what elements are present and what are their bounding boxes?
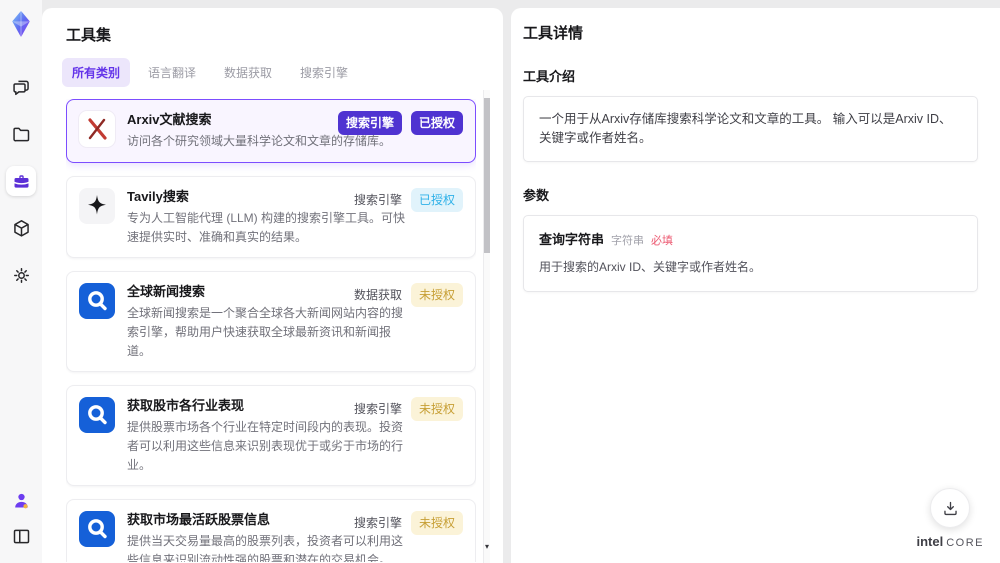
category-badge: 搜索引擎 [353, 192, 402, 207]
tool-card-tavily[interactable]: Tavily搜索 专为人工智能代理 (LLM) 构建的搜索引擎工具。可快速提供实… [66, 175, 476, 259]
auth-badge: 未授权 [410, 511, 463, 536]
cube-icon[interactable] [6, 213, 36, 243]
category-badge: 搜索引擎 [353, 402, 402, 417]
tools-panel: 工具集 所有类别 语言翻译 数据获取 搜索引擎 Arxiv文献搜索 访问各个研究… [42, 8, 503, 563]
tool-list: Arxiv文献搜索 访问各个研究领域大量科学论文和文章的存储库。 搜索引擎 已授… [66, 99, 476, 562]
news-search-icon [79, 511, 115, 548]
param-desc: 用于搜索的Arxiv ID、关键字或作者姓名。 [539, 259, 762, 274]
tool-badges: 搜索引擎 已授权 [337, 111, 463, 135]
tool-desc: 提供股票市场各个行业在特定时间段内的表现。投资者可以利用这些信息来识别表现优于或… [127, 420, 404, 472]
auth-badge: 未授权 [410, 283, 463, 308]
tab-all-categories[interactable]: 所有类别 [62, 58, 131, 87]
auth-badge: 未授权 [410, 397, 463, 422]
tab-data-acquisition[interactable]: 数据获取 [214, 58, 282, 87]
param-name: 查询字符串 [539, 231, 605, 247]
scrollbar-thumb[interactable] [484, 98, 490, 253]
page-title: 工具集 [66, 27, 112, 44]
param-type: 字符串 [611, 234, 645, 247]
detail-title: 工具详情 [523, 25, 584, 42]
chat-icon[interactable] [6, 72, 36, 102]
tool-card-active-stocks[interactable]: 获取市场最活跃股票信息 提供当天交易量最高的股票列表，投资者可以利用这些信息来识… [66, 499, 476, 562]
tool-desc: 全球新闻搜索是一个聚合全球各大新闻网站内容的搜索引擎，帮助用户快速获取全球最新资… [127, 306, 404, 358]
arxiv-icon [79, 111, 115, 147]
category-badge: 搜索引擎 [337, 111, 402, 135]
tool-intro-text: 一个用于从Arxiv存储库搜索科学论文和文章的工具。 输入可以是Arxiv ID… [523, 96, 978, 162]
category-badge: 搜索引擎 [353, 516, 402, 531]
sidebar-bottom [6, 485, 36, 551]
tool-badges: 搜索引擎 未授权 [353, 397, 463, 422]
params-heading: 参数 [523, 187, 550, 203]
tool-detail-panel: 工具详情 工具介绍 一个用于从Arxiv存储库搜索科学论文和文章的工具。 输入可… [511, 8, 1000, 563]
toolbox-icon[interactable] [6, 166, 36, 196]
param-required-badge: 必填 [651, 234, 674, 247]
app-logo-icon[interactable] [7, 8, 35, 40]
tool-badges: 搜索引擎 未授权 [353, 511, 463, 536]
news-search-icon [79, 283, 115, 320]
auth-badge: 已授权 [410, 111, 463, 135]
auth-badge: 已授权 [410, 187, 463, 212]
sidebar [0, 0, 42, 563]
news-search-icon [79, 397, 115, 434]
tool-badges: 搜索引擎 已授权 [353, 187, 463, 212]
gear-icon[interactable] [6, 260, 36, 290]
folder-icon[interactable] [6, 119, 36, 149]
sidebar-nav [6, 72, 36, 290]
intro-heading: 工具介绍 [523, 69, 576, 84]
tool-badges: 数据获取 未授权 [353, 283, 463, 308]
intel-core-logo: intel core [916, 534, 984, 549]
user-avatar-icon[interactable] [6, 485, 36, 515]
tab-language-translation[interactable]: 语言翻译 [138, 58, 206, 87]
param-header: 查询字符串 字符串 必填 [539, 229, 962, 248]
category-tabs: 所有类别 语言翻译 数据获取 搜索引擎 [62, 58, 503, 87]
scrollbar-down-arrow[interactable]: ▾ [483, 543, 491, 551]
category-badge: 数据获取 [353, 288, 402, 303]
download-button[interactable] [930, 488, 971, 528]
collapse-panel-icon[interactable] [6, 521, 36, 551]
tool-card-global-news[interactable]: 全球新闻搜索 全球新闻搜索是一个聚合全球各大新闻网站内容的搜索引擎，帮助用户快速… [66, 271, 476, 373]
tool-card-stock-sectors[interactable]: 获取股市各行业表现 提供股票市场各个行业在特定时间段内的表现。投资者可以利用这些… [66, 385, 476, 487]
tab-search-engine[interactable]: 搜索引擎 [290, 58, 358, 87]
corner-widgets: intel core [916, 488, 984, 549]
tool-desc: 提供当天交易量最高的股票列表，投资者可以利用这些信息来识别流动性强的股票和潜在的… [127, 534, 404, 562]
tool-desc: 专为人工智能代理 (LLM) 构建的搜索引擎工具。可快速提供实时、准确和真实的结… [127, 210, 406, 244]
app-root: 工具集 所有类别 语言翻译 数据获取 搜索引擎 Arxiv文献搜索 访问各个研究… [0, 0, 1000, 563]
tool-card-arxiv[interactable]: Arxiv文献搜索 访问各个研究领域大量科学论文和文章的存储库。 搜索引擎 已授… [66, 99, 476, 163]
param-card: 查询字符串 字符串 必填 用于搜索的Arxiv ID、关键字或作者姓名。 [523, 214, 978, 292]
tavily-icon [79, 187, 115, 224]
scrollbar[interactable]: ▾ [483, 90, 490, 563]
